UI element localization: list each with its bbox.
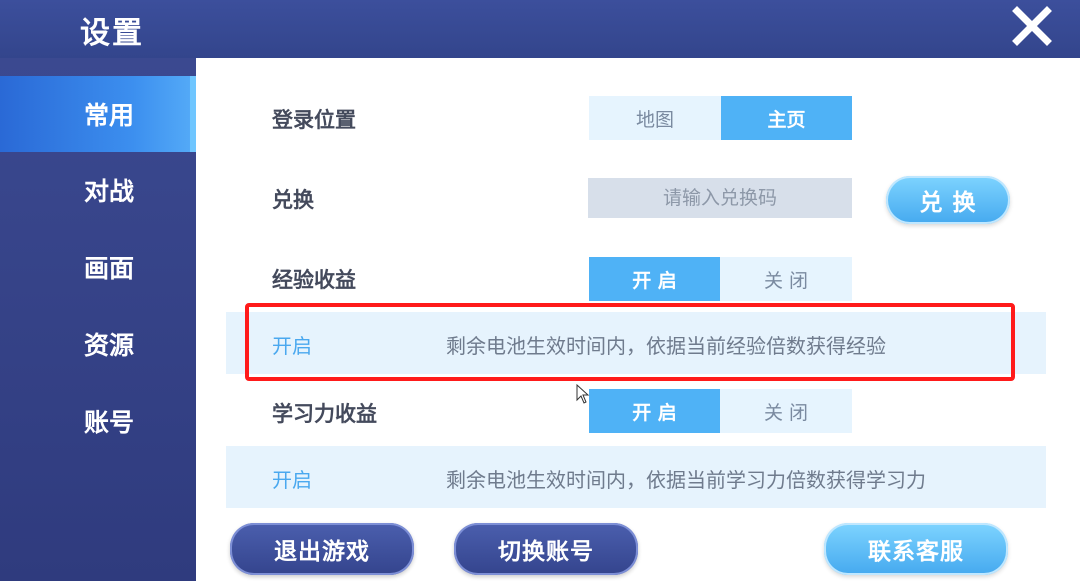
- sidebar-item-common[interactable]: 常用: [0, 76, 196, 152]
- login-location-option-map[interactable]: 地图: [589, 96, 721, 140]
- redeem-button[interactable]: 兑 换: [886, 176, 1010, 224]
- study-gain-label: 学习力收益: [272, 402, 377, 426]
- close-button[interactable]: [1012, 6, 1052, 46]
- sidebar-item-account[interactable]: 账号: [0, 383, 196, 459]
- contact-support-button[interactable]: 联系客服: [824, 523, 1008, 575]
- exp-gain-label: 经验收益: [272, 268, 356, 292]
- sidebar-item-resources[interactable]: 资源: [0, 306, 196, 382]
- login-location-option-home[interactable]: 主页: [721, 96, 852, 140]
- sidebar-item-label: 画面: [84, 254, 135, 283]
- study-gain-off-toggle[interactable]: 关 闭: [720, 389, 852, 433]
- study-gain-on-toggle[interactable]: 开 启: [589, 389, 720, 433]
- sidebar-item-label: 对战: [84, 177, 135, 206]
- mouse-cursor-icon: [576, 384, 590, 404]
- study-gain-status-text: 开启: [272, 468, 312, 492]
- page-title: 设置: [80, 16, 144, 51]
- exp-gain-off-toggle[interactable]: 关 闭: [720, 257, 852, 301]
- sidebar-item-battle[interactable]: 对战: [0, 152, 196, 228]
- sidebar-item-graphics[interactable]: 画面: [0, 229, 196, 305]
- sidebar-item-label: 常用: [84, 101, 135, 130]
- sidebar-item-label: 账号: [84, 408, 135, 437]
- highlight-annotation-box: [245, 303, 1015, 381]
- exit-game-button[interactable]: 退出游戏: [230, 523, 414, 575]
- exp-gain-on-toggle[interactable]: 开 启: [589, 257, 720, 301]
- close-x-icon: [1012, 6, 1052, 46]
- study-gain-description: 剩余电池生效时间内，依据当前学习力倍数获得学习力: [446, 468, 926, 492]
- login-location-label: 登录位置: [272, 108, 356, 132]
- redeem-code-input[interactable]: [588, 178, 852, 218]
- study-gain-info-row: 开启 剩余电池生效时间内，依据当前学习力倍数获得学习力: [226, 446, 1046, 508]
- sidebar: 常用 对战 画面 资源 账号: [0, 58, 196, 581]
- sidebar-item-label: 资源: [84, 331, 135, 360]
- switch-account-button[interactable]: 切换账号: [454, 523, 638, 575]
- title-bar: 设置: [0, 0, 1080, 58]
- redeem-label: 兑换: [272, 188, 314, 212]
